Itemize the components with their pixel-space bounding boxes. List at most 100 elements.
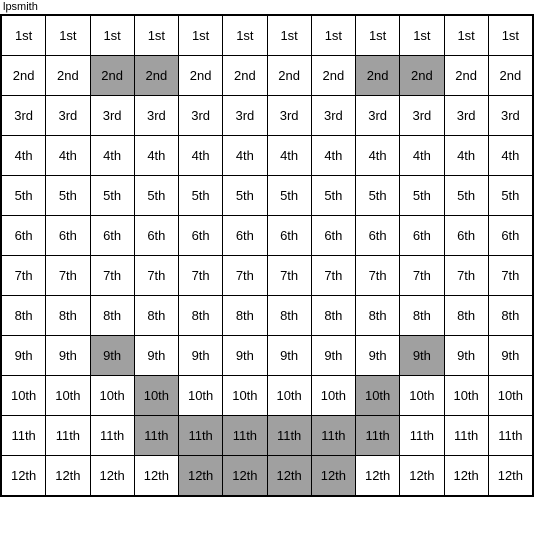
table-cell: 8th (46, 296, 90, 336)
table-cell: 9th (223, 336, 267, 376)
table-cell: 12th (223, 456, 267, 496)
table-cell: 7th (267, 256, 311, 296)
table-cell: 11th (179, 416, 223, 456)
table-row: 7th7th7th7th7th7th7th7th7th7th7th7th (2, 256, 533, 296)
table-cell: 4th (400, 136, 444, 176)
table-cell: 6th (311, 216, 355, 256)
table-cell: 8th (2, 296, 46, 336)
table-cell: 9th (311, 336, 355, 376)
table-cell: 6th (223, 216, 267, 256)
table-cell: 5th (356, 176, 400, 216)
table-cell: 12th (311, 456, 355, 496)
table-cell: 8th (444, 296, 488, 336)
table-cell: 2nd (2, 56, 46, 96)
table-cell: 4th (311, 136, 355, 176)
table-cell: 11th (223, 416, 267, 456)
table-cell: 6th (134, 216, 178, 256)
table-cell: 2nd (400, 56, 444, 96)
table-cell: 7th (488, 256, 532, 296)
table-cell: 11th (134, 416, 178, 456)
table-cell: 11th (444, 416, 488, 456)
table-cell: 4th (267, 136, 311, 176)
table-cell: 5th (90, 176, 134, 216)
table-cell: 10th (179, 376, 223, 416)
table-cell: 8th (179, 296, 223, 336)
table-cell: 4th (488, 136, 532, 176)
table-cell: 3rd (179, 96, 223, 136)
table-row: 1st1st1st1st1st1st1st1st1st1st1st1st (2, 16, 533, 56)
table-cell: 9th (488, 336, 532, 376)
table-cell: 8th (223, 296, 267, 336)
table-cell: 1st (134, 16, 178, 56)
table-cell: 1st (179, 16, 223, 56)
table-cell: 3rd (400, 96, 444, 136)
table-cell: 2nd (223, 56, 267, 96)
table-cell: 10th (488, 376, 532, 416)
table-cell: 3rd (311, 96, 355, 136)
table-cell: 9th (179, 336, 223, 376)
table-cell: 10th (90, 376, 134, 416)
table-row: 11th11th11th11th11th11th11th11th11th11th… (2, 416, 533, 456)
table-cell: 6th (488, 216, 532, 256)
table-cell: 4th (223, 136, 267, 176)
table-cell: 3rd (356, 96, 400, 136)
table-row: 5th5th5th5th5th5th5th5th5th5th5th5th (2, 176, 533, 216)
table-cell: 2nd (444, 56, 488, 96)
table-cell: 9th (444, 336, 488, 376)
table-cell: 2nd (134, 56, 178, 96)
table-cell: 5th (488, 176, 532, 216)
table-cell: 1st (400, 16, 444, 56)
table-cell: 12th (2, 456, 46, 496)
table-row: 9th9th9th9th9th9th9th9th9th9th9th9th (2, 336, 533, 376)
table-cell: 12th (400, 456, 444, 496)
table-cell: 12th (46, 456, 90, 496)
table-cell: 8th (356, 296, 400, 336)
table-cell: 7th (444, 256, 488, 296)
table-cell: 7th (46, 256, 90, 296)
app-title: lpsmith (3, 1, 38, 13)
table-cell: 6th (267, 216, 311, 256)
table-cell: 1st (223, 16, 267, 56)
table-cell: 9th (2, 336, 46, 376)
table-cell: 5th (134, 176, 178, 216)
table-cell: 6th (90, 216, 134, 256)
table-cell: 11th (311, 416, 355, 456)
rank-table: 1st1st1st1st1st1st1st1st1st1st1st1st2nd2… (1, 15, 533, 496)
table-cell: 4th (179, 136, 223, 176)
table-cell: 12th (90, 456, 134, 496)
table-cell: 5th (2, 176, 46, 216)
table-cell: 7th (179, 256, 223, 296)
table-cell: 12th (444, 456, 488, 496)
table-row: 3rd3rd3rd3rd3rd3rd3rd3rd3rd3rd3rd3rd (2, 96, 533, 136)
grid-container: 1st1st1st1st1st1st1st1st1st1st1st1st2nd2… (0, 14, 534, 497)
table-cell: 12th (488, 456, 532, 496)
table-row: 8th8th8th8th8th8th8th8th8th8th8th8th (2, 296, 533, 336)
table-cell: 7th (2, 256, 46, 296)
table-cell: 7th (223, 256, 267, 296)
table-cell: 9th (134, 336, 178, 376)
table-row: 12th12th12th12th12th12th12th12th12th12th… (2, 456, 533, 496)
table-cell: 11th (400, 416, 444, 456)
table-cell: 4th (46, 136, 90, 176)
table-cell: 3rd (134, 96, 178, 136)
table-cell: 10th (400, 376, 444, 416)
table-cell: 7th (400, 256, 444, 296)
table-cell: 11th (46, 416, 90, 456)
table-cell: 9th (90, 336, 134, 376)
table-cell: 10th (223, 376, 267, 416)
table-cell: 8th (311, 296, 355, 336)
table-cell: 2nd (90, 56, 134, 96)
table-cell: 9th (400, 336, 444, 376)
table-cell: 12th (179, 456, 223, 496)
table-cell: 8th (134, 296, 178, 336)
table-cell: 6th (46, 216, 90, 256)
table-cell: 4th (444, 136, 488, 176)
table-cell: 3rd (2, 96, 46, 136)
table-cell: 10th (356, 376, 400, 416)
table-cell: 3rd (444, 96, 488, 136)
table-row: 6th6th6th6th6th6th6th6th6th6th6th6th (2, 216, 533, 256)
table-cell: 6th (444, 216, 488, 256)
table-cell: 10th (444, 376, 488, 416)
table-row: 2nd2nd2nd2nd2nd2nd2nd2nd2nd2nd2nd2nd (2, 56, 533, 96)
table-cell: 1st (46, 16, 90, 56)
